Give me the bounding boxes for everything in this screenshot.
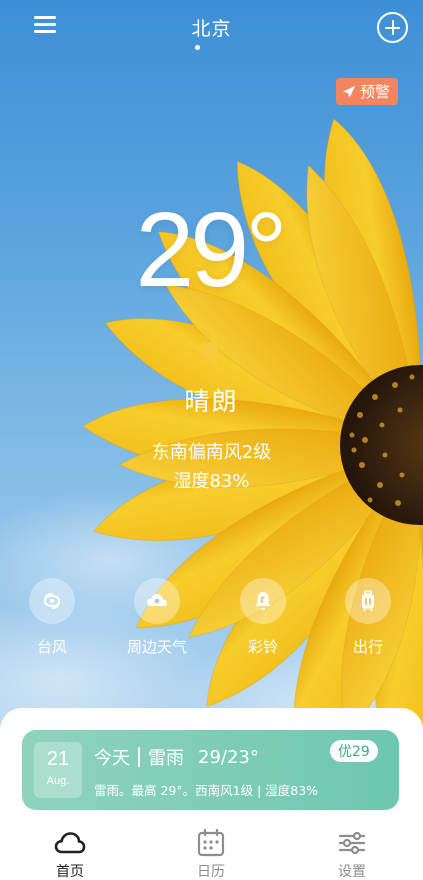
typhoon-icon [44, 593, 61, 609]
sun-icon [191, 333, 227, 369]
tab-home[interactable]: 首页 [30, 828, 110, 880]
aqi-badge[interactable]: 优29 [330, 740, 378, 762]
today-forecast-card[interactable]: 21 Aug. 今天 雷雨 29/23° 雷雨。最高 29°。西南风1级 | 湿… [22, 730, 399, 810]
luggage-icon [362, 590, 374, 612]
quick-action-travel[interactable]: 出行 [323, 578, 413, 657]
quick-action-label: 彩铃 [247, 638, 278, 656]
city-name[interactable]: 北京 [0, 14, 423, 41]
bottom-tab-bar: 首页 日历 设置 [0, 818, 423, 880]
weather-condition: 晴朗 [184, 387, 239, 416]
send-arrow-icon [343, 85, 355, 98]
quick-action-ringtone[interactable]: 彩铃 [218, 578, 308, 657]
quick-action-label: 周边天气 [126, 638, 187, 656]
warning-label: 预警 [360, 83, 391, 101]
cloud-icon [54, 832, 86, 854]
quick-action-nearby-weather[interactable]: 周边天气 [112, 578, 202, 657]
forecast-detail: 雷雨。最高 29°。西南风1级 | 湿度83% [94, 783, 319, 798]
ringtone-icon [255, 592, 271, 610]
tab-label: 日历 [197, 864, 225, 880]
forecast-condition: 雷雨 [148, 748, 184, 769]
calendar-icon [197, 828, 225, 857]
page-indicator-dot [195, 45, 200, 50]
top-bar: 北京 [0, 0, 423, 60]
forecast-headline: 今天 雷雨 29/23° [94, 744, 259, 770]
tab-label: 首页 [56, 864, 84, 880]
date-day: 21 [46, 748, 70, 770]
forecast-when: 今天 [94, 748, 130, 769]
forecast-temp-range: 29/23° [198, 746, 259, 768]
tab-calendar[interactable]: 日历 [171, 828, 251, 880]
current-temperature: 29° [0, 195, 423, 305]
quick-actions: 台风 周边天气 彩铃 出行 [0, 578, 423, 658]
settings-sliders-icon [338, 831, 366, 855]
date-month: Aug. [46, 775, 70, 787]
nearby-weather-icon [147, 594, 167, 606]
temperature-value: 29 [135, 191, 249, 309]
tab-settings[interactable]: 设置 [312, 828, 392, 880]
degree-symbol: ° [245, 191, 288, 309]
add-city-icon[interactable] [377, 12, 408, 43]
warning-badge[interactable]: 预警 [336, 78, 399, 105]
humidity-info: 湿度83% [173, 471, 250, 492]
headline-divider [138, 747, 140, 767]
wind-info: 东南偏南风2级 [151, 442, 272, 463]
quick-action-label: 出行 [352, 638, 383, 656]
quick-action-typhoon[interactable]: 台风 [7, 578, 97, 657]
quick-action-label: 台风 [36, 638, 67, 656]
tab-label: 设置 [338, 864, 366, 880]
date-box: 21 Aug. [34, 742, 82, 798]
